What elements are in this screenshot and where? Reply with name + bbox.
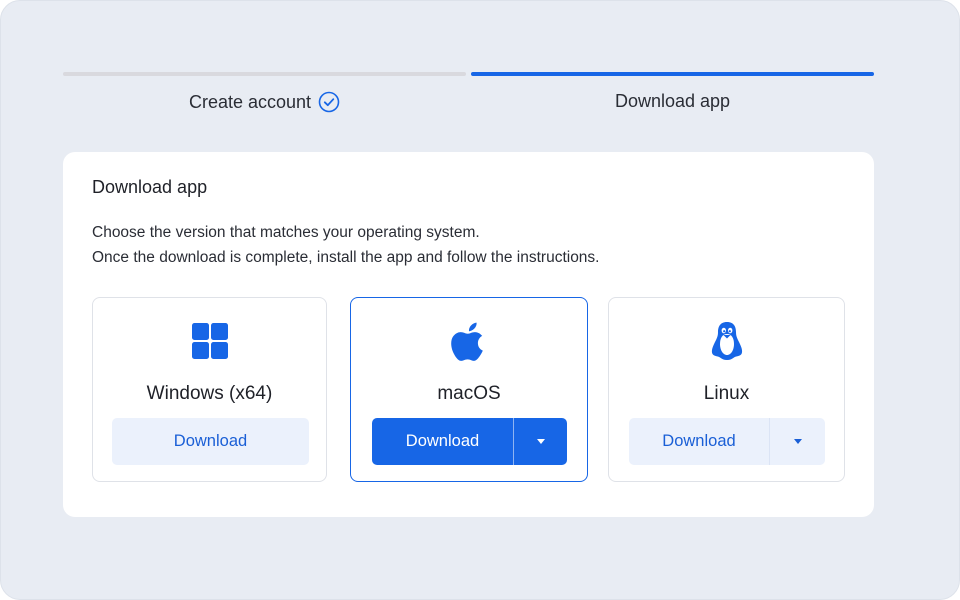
step-progress-bar bbox=[471, 72, 874, 76]
description-line: Choose the version that matches your ope… bbox=[92, 224, 480, 241]
chevron-down-icon bbox=[536, 439, 545, 444]
stepper: Create account Download app bbox=[63, 72, 874, 113]
download-button-windows[interactable]: Download bbox=[112, 418, 309, 465]
platform-name: macOS bbox=[437, 383, 501, 404]
app-frame: Create account Download app Download app… bbox=[0, 0, 960, 600]
step-progress-bar bbox=[63, 72, 466, 76]
platform-name: Windows (x64) bbox=[146, 383, 273, 404]
step-create-account[interactable]: Create account bbox=[63, 72, 466, 113]
check-circle-icon bbox=[318, 91, 340, 113]
platform-card-macos[interactable]: macOS Download bbox=[350, 297, 588, 482]
linux-tux-icon bbox=[707, 321, 747, 361]
description-line: Once the download is complete, install t… bbox=[92, 249, 600, 266]
download-button-linux[interactable]: Download bbox=[629, 418, 769, 465]
step-label: Download app bbox=[614, 91, 731, 111]
card-description: Choose the version that matches your ope… bbox=[92, 220, 600, 270]
download-button-macos[interactable]: Download bbox=[372, 418, 513, 465]
platform-name: Linux bbox=[703, 383, 750, 404]
download-card: Download app Choose the version that mat… bbox=[63, 152, 874, 517]
windows-icon bbox=[190, 321, 230, 361]
apple-icon bbox=[449, 321, 489, 361]
platform-card-linux[interactable]: Linux Download bbox=[608, 297, 845, 482]
step-label: Create account bbox=[188, 91, 312, 112]
download-options-dropdown-macos[interactable] bbox=[514, 418, 567, 465]
step-download-app[interactable]: Download app bbox=[471, 72, 874, 112]
card-title: Download app bbox=[92, 177, 208, 197]
download-options-dropdown-linux[interactable] bbox=[770, 418, 825, 465]
platform-card-windows[interactable]: Windows (x64) Download bbox=[92, 297, 327, 482]
chevron-down-icon bbox=[793, 439, 802, 444]
